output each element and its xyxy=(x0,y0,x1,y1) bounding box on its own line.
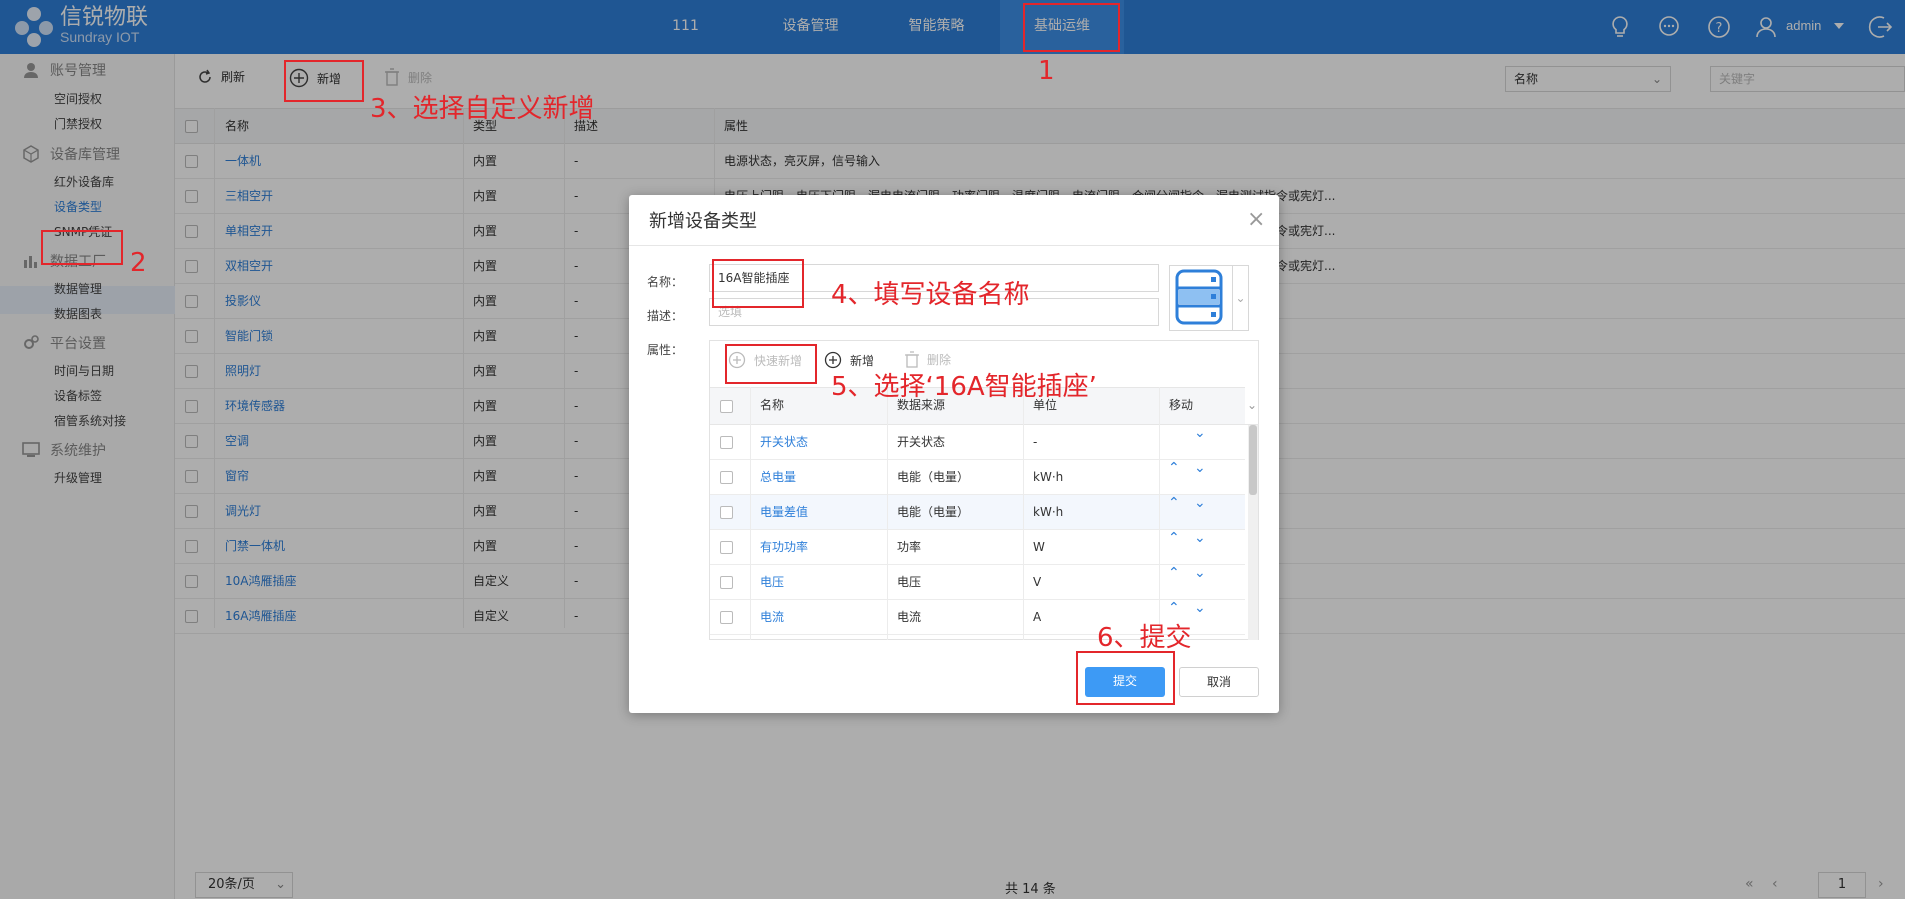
cancel-button[interactable]: 取消 xyxy=(1179,667,1259,697)
attr-header-name: 名称 xyxy=(760,398,785,412)
annotation-box-submit xyxy=(1076,651,1175,705)
attr-row[interactable]: 开关状态 开关状态 - ⌄ xyxy=(710,425,1245,460)
column-divider xyxy=(1023,387,1024,640)
device-icon-picker[interactable] xyxy=(1169,265,1233,331)
move-down-icon[interactable]: ⌄ xyxy=(1194,495,1206,511)
attr-row-unit: V xyxy=(1033,575,1042,589)
move-up-icon[interactable]: ⌃ xyxy=(1168,565,1180,581)
move-up-icon[interactable]: ⌃ xyxy=(1168,530,1180,546)
attr-row-source: 电能（电量） xyxy=(897,505,970,519)
name-label: 名称： xyxy=(647,275,684,289)
annotation-step-6: 6、提交 xyxy=(1097,623,1192,653)
annotation-step-4: 4、填写设备名称 xyxy=(831,280,1030,310)
attr-row-source: 功率 xyxy=(897,540,922,554)
desc-label: 描述： xyxy=(647,309,684,323)
close-icon[interactable]: × xyxy=(1247,207,1265,232)
chevron-down-icon[interactable]: ⌄ xyxy=(1245,387,1259,425)
annotation-step-2: 2 xyxy=(130,248,147,278)
attr-row-name[interactable]: 电量差值 xyxy=(760,495,808,529)
attr-row-unit: kW·h xyxy=(1033,470,1064,484)
attr-delete-button[interactable]: 删除 xyxy=(905,351,951,368)
move-up-icon[interactable]: ⌃ xyxy=(1168,460,1180,476)
attr-row-source: 开关状态 xyxy=(897,435,946,449)
move-down-icon[interactable]: ⌄ xyxy=(1194,565,1206,581)
attr-row[interactable]: 总电量 电能（电量） kW·h ⌃ ⌄ xyxy=(710,460,1245,495)
attr-row[interactable]: 电压 电压 V ⌃ ⌄ xyxy=(710,565,1245,600)
attr-add-button[interactable]: 新增 xyxy=(824,351,874,369)
move-up-icon[interactable]: ⌃ xyxy=(1168,600,1180,616)
attr-row-checkbox[interactable] xyxy=(720,506,733,519)
attr-row[interactable]: 电量差值 电能（电量） kW·h ⌃ ⌄ xyxy=(710,495,1245,530)
attr-row-checkbox[interactable] xyxy=(720,436,733,449)
attr-add-label: 新增 xyxy=(850,353,875,368)
attr-row-checkbox[interactable] xyxy=(720,611,733,624)
move-down-icon[interactable]: ⌄ xyxy=(1194,460,1206,476)
dialog-title: 新增设备类型 xyxy=(649,211,757,232)
annotation-box-sidebar xyxy=(41,230,123,265)
attr-header-move: 移动 xyxy=(1169,398,1194,412)
attr-row-unit: W xyxy=(1033,540,1045,554)
trash-icon xyxy=(905,351,919,368)
attr-label: 属性： xyxy=(647,343,684,357)
attr-row-checkbox[interactable] xyxy=(720,541,733,554)
column-divider xyxy=(887,387,888,640)
move-up-icon[interactable]: ⌃ xyxy=(1168,495,1180,511)
move-down-icon[interactable]: ⌄ xyxy=(1194,600,1206,616)
dialog-divider xyxy=(629,245,1279,246)
attr-row-name[interactable]: 开关状态 xyxy=(760,425,808,459)
annotation-box-nav xyxy=(1023,3,1120,52)
attr-row-unit: kW·h xyxy=(1033,505,1064,519)
annotation-step-5: 5、选择‘16A智能插座’ xyxy=(831,372,1097,402)
annotation-box-add xyxy=(284,60,364,102)
attr-row-name[interactable]: 电流 xyxy=(760,600,784,634)
attr-row-source: 电压 xyxy=(897,575,922,589)
attr-delete-label: 删除 xyxy=(927,353,952,367)
column-divider xyxy=(1159,387,1160,640)
attr-row-checkbox[interactable] xyxy=(720,576,733,589)
attr-row-source: 电能（电量） xyxy=(897,470,970,484)
attr-select-all-checkbox[interactable] xyxy=(720,400,733,413)
column-divider xyxy=(750,387,751,640)
attr-row-checkbox[interactable] xyxy=(720,471,733,484)
move-down-icon[interactable]: ⌄ xyxy=(1194,530,1206,546)
move-down-icon[interactable]: ⌄ xyxy=(1194,425,1206,441)
attr-row-name[interactable]: 电压 xyxy=(760,565,784,599)
attr-scroll-thumb[interactable] xyxy=(1249,425,1257,495)
attr-row-name[interactable]: 总电量 xyxy=(760,460,796,494)
server-icon xyxy=(1175,269,1223,325)
annotation-step-1: 1 xyxy=(1038,56,1055,86)
plus-circle-icon xyxy=(824,351,842,369)
attr-row-name[interactable]: 有功功率 xyxy=(760,530,808,564)
icon-picker-chevron-icon[interactable]: ⌄ xyxy=(1233,265,1249,331)
attr-row-unit: - xyxy=(1033,435,1038,449)
attr-row-source: 电流 xyxy=(897,610,922,624)
annotation-box-quick-add xyxy=(725,344,817,384)
attr-row-unit: A xyxy=(1033,610,1042,624)
attr-row[interactable]: 有功功率 功率 W ⌃ ⌄ xyxy=(710,530,1245,565)
annotation-box-name xyxy=(712,259,804,308)
annotation-step-3: 3、选择自定义新增 xyxy=(370,94,595,124)
